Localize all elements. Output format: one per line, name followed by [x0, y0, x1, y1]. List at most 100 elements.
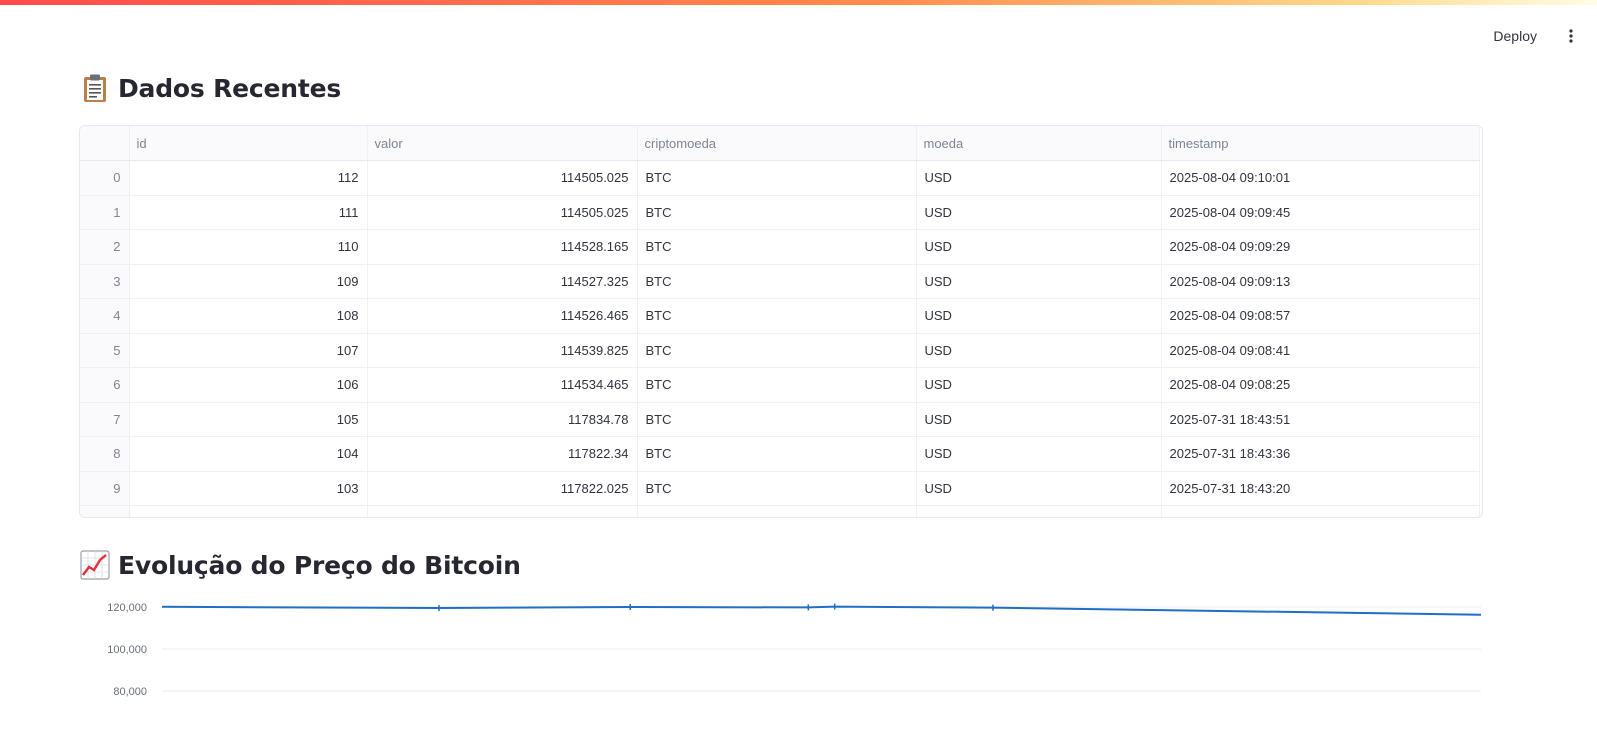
table-cell-id[interactable]: 103: [129, 471, 368, 506]
column-header-index[interactable]: [80, 126, 130, 161]
table-cell-index[interactable]: 2: [80, 229, 130, 265]
table-row[interactable]: 3 109 114527.325 BTC USD 2025-08-04 09:09:13: [80, 264, 1480, 299]
table-cell-empty: [367, 505, 638, 517]
table-cell-valor[interactable]: 117822.34: [367, 436, 638, 472]
table-cell-criptomoeda[interactable]: BTC: [637, 333, 917, 368]
table-cell-timestamp[interactable]: 2025-08-04 09:08:41: [1161, 333, 1480, 368]
table-cell-empty: [916, 505, 1162, 517]
table-cell-timestamp[interactable]: 2025-08-04 09:09:29: [1161, 229, 1480, 265]
y-tick-label: 80,000: [113, 686, 147, 698]
table-cell-valor[interactable]: 117822.025: [367, 471, 638, 506]
table-cell-moeda[interactable]: USD: [916, 436, 1162, 472]
table-cell-timestamp[interactable]: 2025-08-04 09:08:57: [1161, 298, 1480, 334]
table-cell-timestamp[interactable]: 2025-07-31 18:43:51: [1161, 402, 1480, 437]
column-header-criptomoeda[interactable]: criptomoeda: [637, 126, 917, 161]
table-cell-id[interactable]: 111: [129, 195, 368, 230]
table-row[interactable]: 0 112 114505.025 BTC USD 2025-08-04 09:10:01: [80, 160, 1480, 196]
table-row[interactable]: 4 108 114526.465 BTC USD 2025-08-04 09:08:57: [80, 298, 1480, 334]
deploy-button[interactable]: Deploy: [1483, 24, 1547, 48]
table-cell-empty: [129, 505, 368, 517]
table-cell-valor[interactable]: 114534.465: [367, 367, 638, 403]
top-toolbar: Deploy: [1483, 22, 1585, 50]
section-title: Dados Recentes: [118, 73, 342, 103]
table-cell-id[interactable]: 108: [129, 298, 368, 334]
table-cell-id[interactable]: 104: [129, 436, 368, 472]
chart-increasing-icon: [80, 550, 110, 580]
table-cell-empty: [637, 505, 917, 517]
table-row[interactable]: 8 104 117822.34 BTC USD 2025-07-31 18:43:36: [80, 436, 1480, 472]
table-cell-index[interactable]: 4: [80, 298, 130, 334]
table-cell-timestamp[interactable]: 2025-07-31 18:43:20: [1161, 471, 1480, 506]
table-cell-criptomoeda[interactable]: BTC: [637, 195, 917, 230]
table-cell-index[interactable]: 0: [80, 160, 130, 196]
table-row[interactable]: 5 107 114539.825 BTC USD 2025-08-04 09:08:41: [80, 333, 1480, 368]
table-cell-id[interactable]: 112: [129, 160, 368, 196]
table-cell-index[interactable]: 6: [80, 367, 130, 403]
table-row[interactable]: 6 106 114534.465 BTC USD 2025-08-04 09:08:25: [80, 367, 1480, 403]
table-row[interactable]: 2 110 114528.165 BTC USD 2025-08-04 09:09:29: [80, 229, 1480, 265]
table-cell-timestamp[interactable]: 2025-08-04 09:08:25: [1161, 367, 1480, 403]
column-header-timestamp[interactable]: timestamp: [1161, 126, 1480, 161]
table-cell-id[interactable]: 105: [129, 402, 368, 437]
table-cell-criptomoeda[interactable]: BTC: [637, 298, 917, 334]
column-header-moeda[interactable]: moeda: [916, 126, 1162, 161]
table-cell-index[interactable]: 3: [80, 264, 130, 299]
table-cell-valor[interactable]: 117834.78: [367, 402, 638, 437]
table-cell-id[interactable]: 106: [129, 367, 368, 403]
table-cell-criptomoeda[interactable]: BTC: [637, 160, 917, 196]
table-header-row: id valor criptomoeda moeda timestamp: [80, 126, 1480, 161]
table-row[interactable]: 7 105 117834.78 BTC USD 2025-07-31 18:43:51: [80, 402, 1480, 437]
table-cell-timestamp[interactable]: 2025-08-04 09:09:45: [1161, 195, 1480, 230]
table-cell-criptomoeda[interactable]: BTC: [637, 229, 917, 265]
table-cell-valor[interactable]: 114527.325: [367, 264, 638, 299]
main-menu-button[interactable]: [1557, 22, 1585, 50]
table-cell-moeda[interactable]: USD: [916, 195, 1162, 230]
table-cell-criptomoeda[interactable]: BTC: [637, 402, 917, 437]
more-vert-icon: [1569, 29, 1573, 43]
table-cell-moeda[interactable]: USD: [916, 229, 1162, 265]
table-cell-valor[interactable]: 114539.825: [367, 333, 638, 368]
column-header-id[interactable]: id: [129, 126, 368, 161]
table-cell-id[interactable]: 110: [129, 229, 368, 265]
table-cell-index[interactable]: 9: [80, 471, 130, 506]
table-cell-id[interactable]: 109: [129, 264, 368, 299]
table-cell-criptomoeda[interactable]: BTC: [637, 436, 917, 472]
table-cell-timestamp[interactable]: 2025-07-31 18:43:36: [1161, 436, 1480, 472]
section-title: Evolução do Preço do Bitcoin: [118, 550, 521, 580]
y-tick-label: 100,000: [107, 644, 147, 656]
table-cell-valor[interactable]: 114505.025: [367, 195, 638, 230]
table-row[interactable]: 9 103 117822.025 BTC USD 2025-07-31 18:43:20: [80, 471, 1480, 506]
data-table[interactable]: id valor criptomoeda moeda timestamp 0 11…: [79, 125, 1483, 518]
table-cell-valor[interactable]: 114528.165: [367, 229, 638, 265]
table-cell-valor[interactable]: 114505.025: [367, 160, 638, 196]
table-cell-index[interactable]: 8: [80, 436, 130, 472]
table-cell-empty: [80, 505, 130, 517]
table-cell-criptomoeda[interactable]: BTC: [637, 264, 917, 299]
series-line: [161, 605, 1482, 616]
table-cell-moeda[interactable]: USD: [916, 264, 1162, 299]
table-cell-moeda[interactable]: USD: [916, 471, 1162, 506]
table-cell-valor[interactable]: 114526.465: [367, 298, 638, 334]
section-heading-bitcoin-price: Evolução do Preço do Bitcoin: [80, 550, 521, 580]
table-cell-index[interactable]: 1: [80, 195, 130, 230]
column-header-valor[interactable]: valor: [367, 126, 638, 161]
price-line-chart[interactable]: 80,000 100,000 120,000: [80, 592, 1490, 741]
table-cell-timestamp[interactable]: 2025-08-04 09:09:13: [1161, 264, 1480, 299]
table-cell-timestamp[interactable]: 2025-08-04 09:10:01: [1161, 160, 1480, 196]
header-decoration-bar: [0, 0, 1597, 5]
table-cell-id[interactable]: 107: [129, 333, 368, 368]
table-row[interactable]: 1 111 114505.025 BTC USD 2025-08-04 09:09:45: [80, 195, 1480, 230]
table-cell-criptomoeda[interactable]: BTC: [637, 367, 917, 403]
table-cell-moeda[interactable]: USD: [916, 333, 1162, 368]
table-row-partial: [80, 505, 1480, 517]
table-cell-index[interactable]: 5: [80, 333, 130, 368]
table-cell-moeda[interactable]: USD: [916, 402, 1162, 437]
table-cell-moeda[interactable]: USD: [916, 160, 1162, 196]
table-cell-moeda[interactable]: USD: [916, 367, 1162, 403]
section-heading-recent-data: Dados Recentes: [80, 73, 341, 103]
table-cell-empty: [1161, 505, 1480, 517]
table-cell-index[interactable]: 7: [80, 402, 130, 437]
chart-svg: 80,000 100,000 120,000: [107, 602, 1482, 698]
table-cell-criptomoeda[interactable]: BTC: [637, 471, 917, 506]
table-cell-moeda[interactable]: USD: [916, 298, 1162, 334]
